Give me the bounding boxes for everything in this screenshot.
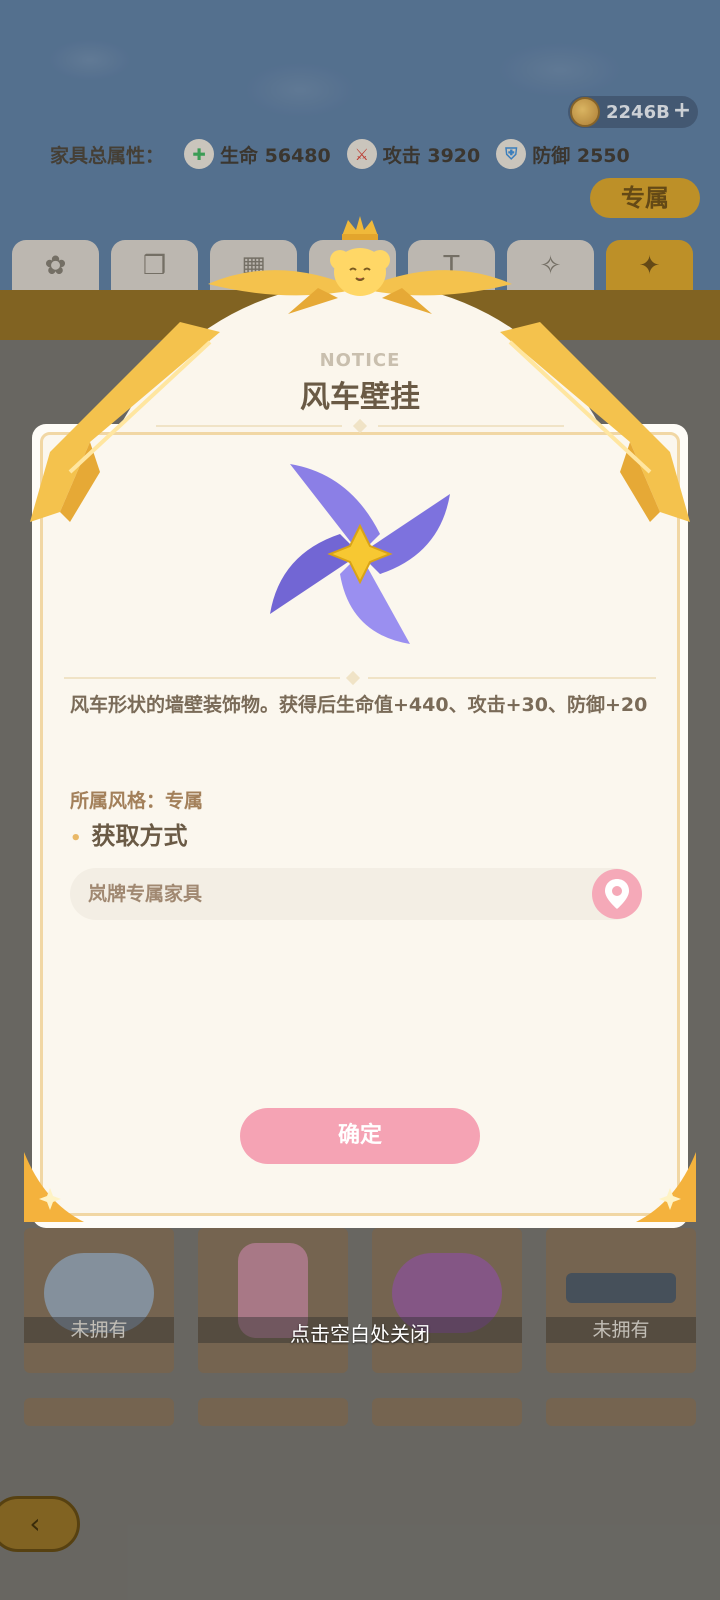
item-detail-dialog: NOTICE 风车壁挂 风车形状的墙壁装饰物。获得后生命值+440、攻击+30、… xyxy=(24,216,696,1228)
divider xyxy=(378,425,564,427)
item-style: 所属风格：专属 xyxy=(70,790,204,812)
notice-label: NOTICE xyxy=(319,350,401,371)
pinwheel-image xyxy=(270,464,450,644)
acquire-heading-text: 获取方式 xyxy=(91,822,188,850)
location-pin-icon xyxy=(605,879,629,909)
divider xyxy=(368,677,656,679)
confirm-button[interactable]: 确定 xyxy=(240,1108,480,1164)
divider xyxy=(64,677,340,679)
corner-star-decoration xyxy=(24,1152,84,1222)
item-title: 风车壁挂 xyxy=(300,380,420,415)
divider xyxy=(156,425,342,427)
acquire-source-text: 岚牌专属家具 xyxy=(88,883,203,905)
corner-star-decoration xyxy=(636,1152,696,1222)
acquire-source-row[interactable]: 岚牌专属家具 xyxy=(70,868,642,920)
close-hint: 点击空白处关闭 xyxy=(290,1322,430,1346)
item-description: 风车形状的墙壁装饰物。获得后生命值+440、攻击+30、防御+20 xyxy=(70,694,648,716)
bullet-dot: • xyxy=(70,828,82,849)
locate-button[interactable] xyxy=(592,869,642,919)
acquire-heading: • 获取方式 xyxy=(70,816,188,851)
crown-mascot-icon xyxy=(330,216,390,296)
